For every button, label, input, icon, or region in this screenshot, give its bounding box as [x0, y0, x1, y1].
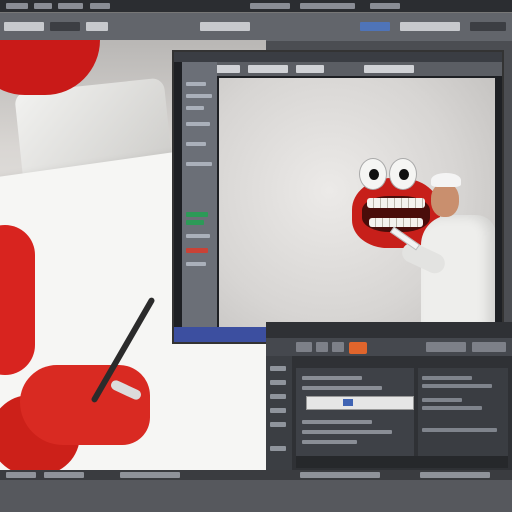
menu-item[interactable] — [6, 3, 28, 9]
main-toolbar — [0, 12, 512, 41]
info-row — [422, 376, 472, 380]
panel-button[interactable] — [316, 342, 328, 352]
sidebar-item[interactable] — [186, 142, 206, 146]
menu-bar — [0, 0, 512, 12]
tool-icon[interactable] — [270, 380, 286, 385]
editor-window — [172, 50, 504, 344]
menu-item[interactable] — [34, 3, 52, 9]
taskbar-item[interactable] — [120, 472, 180, 478]
sidebar-item[interactable] — [186, 94, 212, 98]
menu-item[interactable] — [90, 3, 110, 9]
menu-item[interactable] — [370, 3, 400, 9]
editor-tab[interactable] — [296, 65, 324, 73]
tool-icon[interactable] — [270, 422, 286, 427]
property-row — [302, 386, 382, 390]
status-item-green[interactable] — [186, 220, 204, 225]
info-row — [422, 384, 492, 388]
panel-button[interactable] — [426, 342, 466, 352]
property-row — [302, 440, 357, 444]
app-menu-icon[interactable] — [6, 472, 36, 478]
property-row — [302, 430, 392, 434]
toolbar-button[interactable] — [200, 22, 250, 31]
taskbar-item[interactable] — [420, 472, 490, 478]
render-button-icon[interactable] — [349, 342, 367, 354]
taskbar — [0, 470, 512, 512]
clay-piece — [0, 225, 35, 375]
property-row — [302, 420, 372, 424]
tool-icon[interactable] — [270, 394, 286, 399]
editor-sidebar — [182, 62, 217, 327]
taskbar-item[interactable] — [44, 472, 84, 478]
menu-item[interactable] — [250, 3, 290, 9]
clay-piece — [20, 365, 150, 445]
sidebar-item[interactable] — [186, 122, 210, 126]
dentist-model — [389, 173, 495, 328]
toolbar-button[interactable] — [470, 22, 506, 31]
menu-item[interactable] — [300, 3, 355, 9]
status-item-red[interactable] — [186, 248, 208, 253]
tool-icon[interactable] — [270, 366, 286, 371]
panel-button[interactable] — [296, 342, 312, 352]
3d-viewport[interactable] — [219, 78, 495, 328]
editor-tab[interactable] — [364, 65, 414, 73]
info-row — [422, 406, 482, 410]
status-item-green[interactable] — [186, 212, 208, 217]
tool-icon[interactable] — [270, 408, 286, 413]
sidebar-item[interactable] — [186, 262, 206, 266]
editor-tab[interactable] — [248, 65, 288, 73]
properties-panel — [266, 322, 512, 482]
property-row — [302, 376, 362, 380]
toolbar-button[interactable] — [50, 22, 80, 31]
window-titlebar[interactable] — [174, 52, 502, 62]
sidebar-item[interactable] — [186, 106, 204, 110]
editor-tab-row — [204, 62, 502, 76]
sidebar-item[interactable] — [186, 82, 206, 86]
toolbar-button[interactable] — [4, 22, 44, 31]
properties-list — [296, 368, 414, 468]
toolbar-button[interactable] — [400, 22, 460, 31]
toolbar-button[interactable] — [360, 22, 390, 31]
slider-knob-icon[interactable] — [343, 399, 353, 406]
info-row — [422, 428, 497, 432]
eye-icon — [359, 158, 387, 190]
timeline-bar[interactable] — [296, 456, 508, 468]
info-row — [422, 398, 462, 402]
panel-button[interactable] — [472, 342, 506, 352]
panel-tool-column — [266, 356, 292, 482]
menu-item[interactable] — [58, 3, 83, 9]
tool-icon[interactable] — [270, 446, 286, 451]
sidebar-item[interactable] — [186, 234, 210, 238]
property-slider[interactable] — [306, 396, 414, 410]
sidebar-item[interactable] — [186, 162, 212, 166]
panel-button[interactable] — [332, 342, 344, 352]
taskbar-item[interactable] — [300, 472, 380, 478]
toolbar-button[interactable] — [86, 22, 108, 31]
info-panel — [418, 368, 508, 468]
